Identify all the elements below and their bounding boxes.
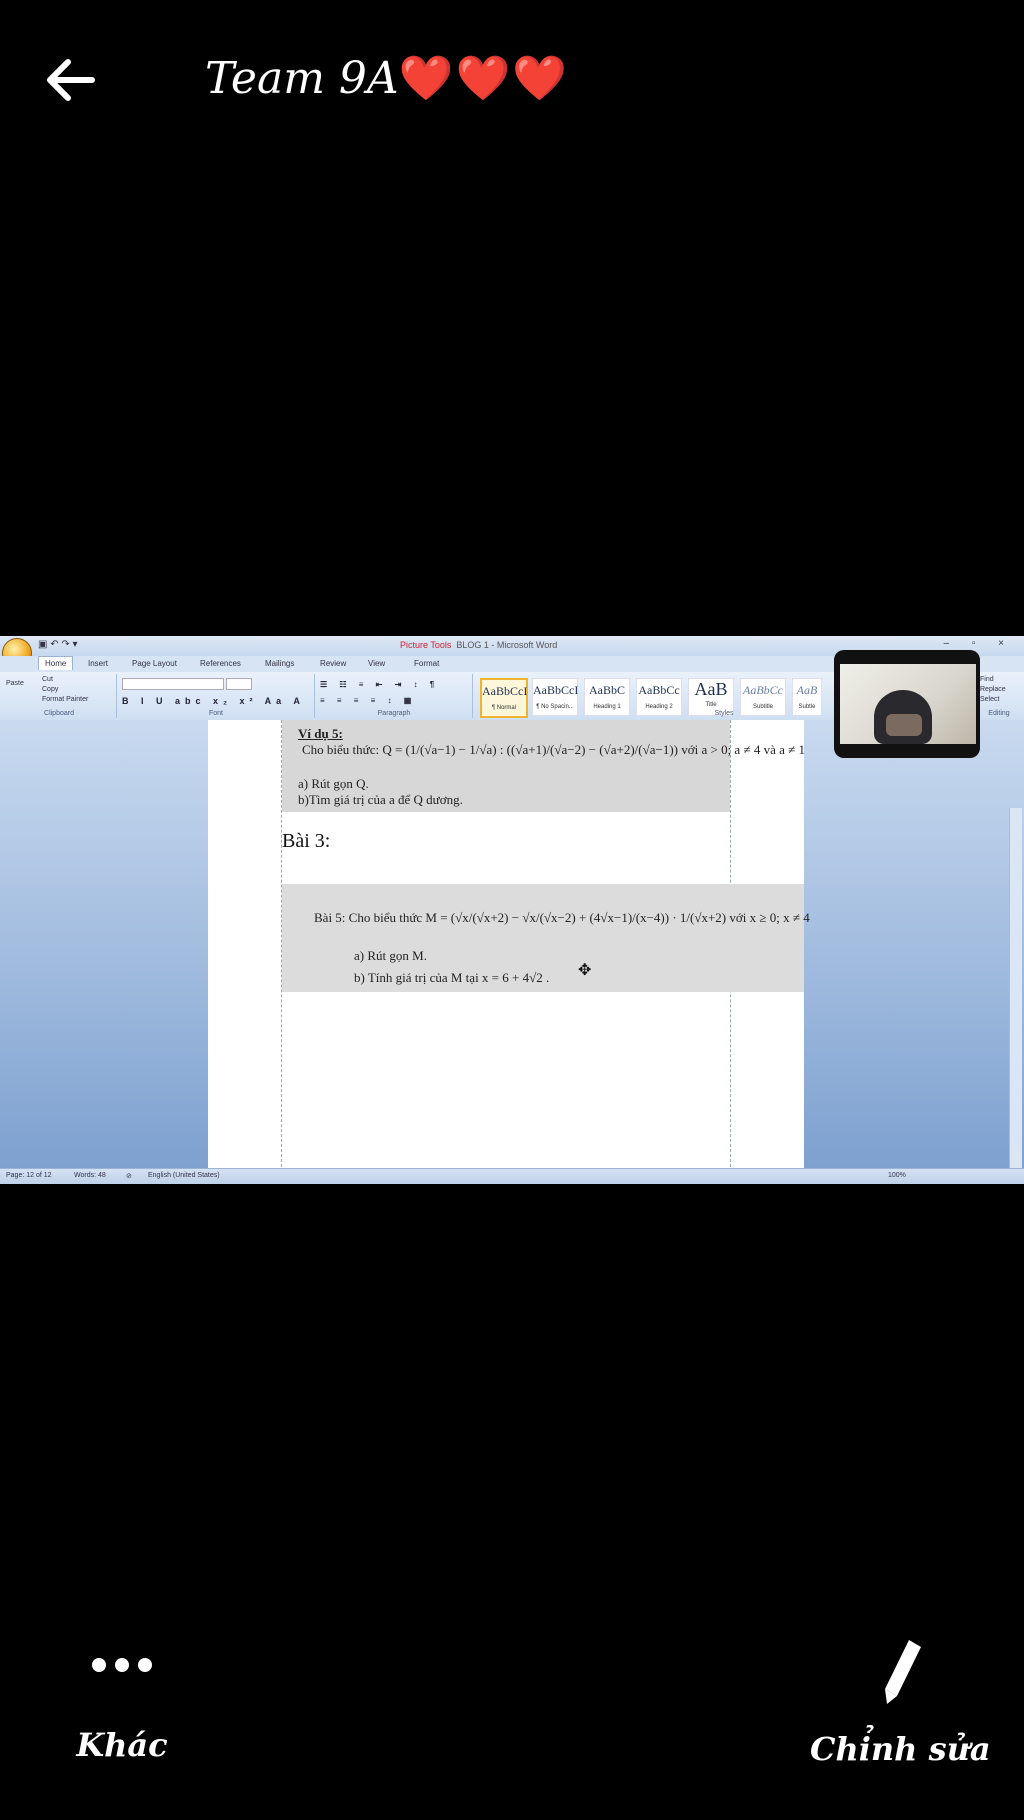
move-cursor-icon: ✥ <box>578 962 592 979</box>
tab-mailings: Mailings <box>265 659 295 668</box>
vertical-scrollbar <box>1009 808 1022 1184</box>
tab-review: Review <box>320 659 347 668</box>
exercise-part-a: a) Rút gọn M. <box>354 948 427 963</box>
back-arrow-icon[interactable] <box>40 55 100 105</box>
clipboard-group: Paste Cut Copy Format Painter Clipboard <box>2 674 117 718</box>
font-name-box <box>122 678 224 690</box>
exercise-part-b: b) Tính giá trị của M tại x = 6 + 4√2 . <box>354 970 550 985</box>
style-sample: AaBbCc <box>638 683 680 697</box>
pencil-icon <box>810 1636 990 1710</box>
more-dots-icon <box>42 1650 202 1684</box>
style-sample: AaB <box>694 679 728 699</box>
status-bar: Page: 12 of 12 Words: 48 ⊘ English (Unit… <box>0 1168 1024 1184</box>
person-face <box>886 714 922 736</box>
edit-button[interactable]: Chỉnh sửa <box>810 1636 991 1768</box>
example-image: Ví dụ 5: Cho biểu thức: Q = (1/(√a−1) − … <box>282 720 805 812</box>
list-buttons: ☰ ☷ ≡ ⇤ ⇥ ↕ ¶ <box>320 680 440 689</box>
find-label: Find <box>980 676 994 683</box>
editing-caption: Editing <box>988 710 1010 717</box>
language: English (United States) <box>148 1172 220 1179</box>
copy-label: Copy <box>42 686 59 693</box>
cut-label: Cut <box>42 676 53 683</box>
font-format-buttons: B I U abc x₂ x² Aa A <box>122 696 305 706</box>
select-label: Select <box>980 696 1000 703</box>
font-group: B I U abc x₂ x² Aa A Font <box>118 674 315 718</box>
style-sample: AaB <box>796 683 818 697</box>
page-count: Page: 12 of 12 <box>6 1172 52 1179</box>
exercise-image: Bài 5: Cho biểu thức M = (√x/(√x+2) − √x… <box>282 884 810 992</box>
paste-label: Paste <box>6 680 24 687</box>
zoom-level: 100% <box>888 1172 906 1179</box>
title-text: Team 9A <box>205 53 399 104</box>
word-count: Words: 48 <box>74 1172 106 1179</box>
font-size-box <box>226 678 252 690</box>
conversation-title: Team 9A❤️❤️❤️ <box>205 52 569 104</box>
example-expression: Cho biểu thức: Q = (1/(√a−1) − 1/√a) : (… <box>302 742 806 757</box>
tab-page-layout: Page Layout <box>132 659 177 668</box>
spellcheck-icon: ⊘ <box>126 1173 132 1180</box>
section-heading: Bài 3: <box>282 830 331 852</box>
replace-label: Replace <box>980 686 1006 693</box>
exercise-expression: Bài 5: Cho biểu thức M = (√x/(√x+2) − √x… <box>314 910 810 925</box>
document-page: Ví dụ 5: Cho biểu thức: Q = (1/(√a−1) − … <box>208 720 810 1172</box>
context-tab-label: Picture Tools <box>400 640 452 650</box>
example-part-a: a) Rút gọn Q. <box>298 776 369 791</box>
edit-label: Chỉnh sửa <box>810 1730 991 1768</box>
more-label: Khác <box>76 1726 168 1764</box>
paragraph-group: ☰ ☷ ≡ ⇤ ⇥ ↕ ¶ ≡ ≡ ≡ ≡ ↕ ▦ Paragraph <box>316 674 473 718</box>
quick-access-toolbar: ▣ ↶ ↷ ▾ <box>38 639 78 650</box>
tab-references: References <box>200 659 241 668</box>
example-heading: Ví dụ 5: <box>298 726 343 741</box>
tab-home: Home <box>38 656 74 670</box>
document-title: BLOG 1 - Microsoft Word <box>456 640 558 650</box>
tab-view: View <box>368 659 386 668</box>
window-controls: – ▫ × <box>943 638 1014 649</box>
style-sample: AaBbCc <box>743 683 783 697</box>
format-painter-label: Format Painter <box>42 696 89 703</box>
style-sample: AaBbC <box>589 683 625 697</box>
editing-group: Find Replace Select Editing <box>976 674 1022 718</box>
style-name: Title <box>705 702 717 708</box>
hearts-emoji: ❤️❤️❤️ <box>398 53 570 104</box>
paragraph-caption: Paragraph <box>377 710 411 717</box>
clipboard-caption: Clipboard <box>44 710 74 717</box>
style-sample: AaBbCcI <box>482 684 528 698</box>
style-sample: AaBbCcI <box>533 683 579 697</box>
document-area: Ví dụ 5: Cho biểu thức: Q = (1/(√a−1) − … <box>0 720 1024 1184</box>
tab-format: Format <box>414 659 440 668</box>
top-bar: Team 9A❤️❤️❤️ <box>0 0 1024 170</box>
tab-insert: Insert <box>88 659 109 668</box>
font-caption: Font <box>208 710 223 717</box>
align-buttons: ≡ ≡ ≡ ≡ ↕ ▦ <box>320 696 417 705</box>
more-button[interactable]: Khác <box>42 1650 202 1764</box>
video-call-thumbnail[interactable] <box>834 650 980 758</box>
example-part-b: b)Tìm giá trị của a để Q dương. <box>298 792 463 807</box>
window-title: Picture Tools BLOG 1 - Microsoft Word <box>400 640 557 650</box>
